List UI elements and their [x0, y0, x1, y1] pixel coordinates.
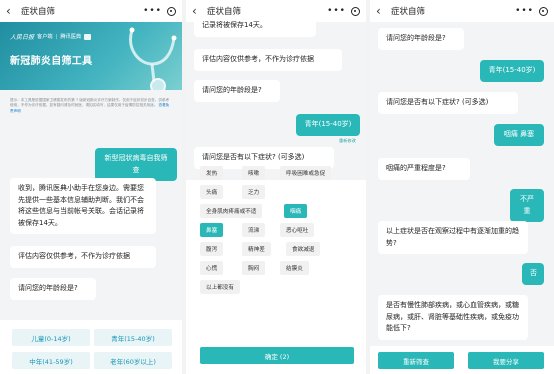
age-options: 儿童(0-14岁) 青年(15-40岁) 中年(41-59岁) 老年(60岁以上…: [0, 320, 182, 374]
symptom-appetite-loss[interactable]: 食欲减退: [286, 242, 321, 256]
symptom-fever[interactable]: 发热: [200, 166, 224, 180]
user-age-answer: 青年(15-40岁): [296, 114, 360, 136]
capsule-menu: •••: [515, 6, 548, 16]
disclaimer-notice: 提示：本工具是依据国家卫健委发布的第 7 版新冠肺炎诊疗方案制作，仅用于症状初步…: [10, 98, 170, 114]
nav-title: 症状自筛: [207, 7, 242, 17]
user-severity-answer: 不严重: [510, 189, 544, 222]
nav-bar: ‹ 症状自筛 •••: [0, 0, 182, 22]
symptom-picker: 发热 咳嗽 呼吸困难或急促 头痛 乏力 全身肌肉疼痛或不适 咽痛 鼻塞 流涕 恶…: [186, 166, 366, 374]
org-logo-icon: [84, 33, 92, 40]
nav-title: 症状自筛: [21, 7, 56, 17]
more-icon[interactable]: •••: [515, 6, 534, 16]
close-target-icon[interactable]: [167, 6, 176, 16]
symptom-diarrhea[interactable]: 腹泻: [200, 242, 224, 256]
nav-bar: ‹ 症状自筛 •••: [370, 0, 554, 22]
bot-message-age: 请问您的年龄段是?: [194, 80, 280, 102]
disclaimer-text: 提示：本工具是依据国家卫健委发布的第 7 版新冠肺炎诊疗方案制作，仅用于症状初步…: [10, 98, 170, 108]
capsule-menu: •••: [143, 6, 176, 16]
confirm-button[interactable]: 确定 (2): [200, 347, 354, 364]
screen-2: ‹ 症状自筛 ••• 记录将被保存14天。 评估内容仅供参考，不作为诊疗依据 请…: [186, 0, 366, 374]
close-target-icon[interactable]: [351, 6, 360, 16]
bottom-actions: 重新筛查 我要分享: [370, 346, 554, 374]
bot-message-age: 请问您的年龄段是?: [10, 278, 96, 300]
bot-message-intro-tail: 记录将被保存14天。: [194, 18, 316, 37]
symptom-palpitation[interactable]: 心慌: [200, 261, 224, 275]
symptom-dyspnea[interactable]: 呼吸困难或急促: [280, 166, 332, 180]
symptom-nausea[interactable]: 恶心呕吐: [280, 223, 315, 237]
logo-client-label: 客户端: [37, 34, 53, 40]
user-trend-answer: 否: [522, 263, 544, 285]
symptom-runny-nose[interactable]: 流涕: [242, 223, 266, 237]
age-option-child[interactable]: 儿童(0-14岁): [12, 329, 90, 346]
back-icon[interactable]: ‹: [192, 4, 204, 18]
symptom-sore-throat[interactable]: 咽痛: [284, 204, 308, 218]
stethoscope-icon: [129, 27, 177, 90]
banner: 人民日报 客户端 | 腾讯医典 新冠肺炎自筛工具: [0, 22, 182, 90]
symptom-conjunctivitis[interactable]: 结膜炎: [280, 261, 309, 275]
age-option-senior[interactable]: 老年(60岁以上): [94, 352, 172, 369]
bot-message-intro: 收到，腾讯医典小助手在您身边。需要您先提供一些基本信息辅助判断。我们不会将这些信…: [10, 178, 156, 234]
bot-message-trend: 以上症状是否在观察过程中有逐渐加重的趋势?: [378, 221, 528, 254]
share-button[interactable]: 我要分享: [468, 352, 544, 369]
more-icon[interactable]: •••: [327, 6, 346, 16]
capsule-menu: •••: [327, 6, 360, 16]
close-target-icon[interactable]: [539, 6, 548, 16]
nav-title: 症状自筛: [391, 7, 426, 17]
user-age-answer: 青年(15-40岁): [480, 60, 544, 82]
symptom-headache[interactable]: 头痛: [200, 185, 224, 199]
symptom-lethargy[interactable]: 精神差: [242, 242, 271, 256]
symptom-fatigue[interactable]: 乏力: [242, 185, 266, 199]
banner-logos: 人民日报 客户端 | 腾讯医典: [10, 32, 94, 41]
logo-tencent-yidian: 腾讯医典: [60, 34, 82, 40]
reselect-link[interactable]: 重新修改: [339, 138, 356, 144]
user-message: 新型冠状病毒自我筛查: [95, 148, 177, 181]
more-icon[interactable]: •••: [143, 6, 162, 16]
age-option-middle[interactable]: 中年(41-59岁): [12, 352, 90, 369]
symptom-chest-tightness[interactable]: 胸闷: [242, 261, 266, 275]
restart-button[interactable]: 重新筛查: [378, 352, 454, 369]
back-icon[interactable]: ‹: [376, 4, 388, 18]
bot-message-age: 请问您的年龄段是?: [378, 28, 464, 50]
screen-1: ‹ 症状自筛 ••• 人民日报 客户端 | 腾讯医典 新冠肺炎自筛工具 提示：本…: [0, 0, 182, 374]
symptom-cough[interactable]: 咳嗽: [242, 166, 266, 180]
symptom-muscle-pain[interactable]: 全身肌肉疼痛或不适: [200, 204, 263, 218]
back-icon[interactable]: ‹: [6, 4, 18, 18]
bot-message-reference: 评估内容仅供参考，不作为诊疗依据: [194, 49, 342, 71]
logo-peoples-daily: 人民日报: [10, 34, 35, 41]
bot-message-reference: 评估内容仅供参考，不作为诊疗依据: [10, 246, 156, 268]
banner-title: 新冠肺炎自筛工具: [10, 56, 93, 67]
bot-message-chronic: 是否有慢性肺部疾病，或心血管疾病，或糖尿病，或肝、肾脏等基础性疾病，或免疫功能低…: [378, 295, 528, 340]
logo-separator: |: [55, 33, 58, 40]
bot-message-symptoms: 请问您是否有以下症状? (可多选): [378, 92, 518, 114]
user-symptom-answer: 咽痛 鼻塞: [494, 124, 544, 146]
screen-3: ‹ 症状自筛 ••• 请问您的年龄段是? 青年(15-40岁) 请问您是否有以下…: [370, 0, 554, 374]
symptom-nasal-congestion[interactable]: 鼻塞: [200, 223, 224, 237]
age-option-youth[interactable]: 青年(15-40岁): [94, 329, 172, 346]
bot-message-severity: 咽痛的严重程度是?: [378, 158, 470, 180]
symptom-none[interactable]: 以上都没有: [200, 280, 240, 294]
